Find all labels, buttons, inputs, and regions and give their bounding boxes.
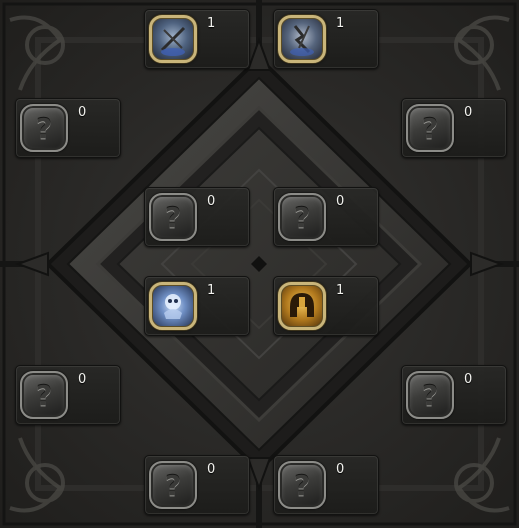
question-mark-icon: ? xyxy=(406,104,454,152)
crossed-swords-blue-icon xyxy=(149,15,197,63)
gem-slot-top-right[interactable]: 1 xyxy=(273,9,379,69)
question-mark-icon: ? xyxy=(278,461,326,509)
gem-count: 1 xyxy=(207,16,216,31)
gem-count: 0 xyxy=(336,462,345,477)
gem-count: 0 xyxy=(78,372,87,387)
gem-slot-inner-top-right[interactable]: ? 0 xyxy=(273,187,379,247)
question-mark-icon: ? xyxy=(20,371,68,419)
gem-count: 0 xyxy=(464,372,473,387)
stone-board-background xyxy=(0,0,519,528)
gem-count: 0 xyxy=(207,462,216,477)
gem-slot-bottom-left[interactable]: ? 0 xyxy=(144,455,250,515)
gem-slot-inner-top-left[interactable]: ? 0 xyxy=(144,187,250,247)
gem-slot-upper-right[interactable]: ? 0 xyxy=(401,98,507,158)
game-board: 1 1 ? 0 ? 0 ? 0 ? 0 1 1 ? 0 ? 0 ? 0 ? 0 xyxy=(0,0,519,528)
question-mark-icon: ? xyxy=(406,371,454,419)
lightning-sword-blue-icon xyxy=(278,15,326,63)
gem-count: 0 xyxy=(464,105,473,120)
ghost-skull-icon xyxy=(149,282,197,330)
gem-count: 0 xyxy=(336,194,345,209)
gem-slot-top-left[interactable]: 1 xyxy=(144,9,250,69)
gem-count: 1 xyxy=(336,16,345,31)
gem-count: 0 xyxy=(207,194,216,209)
gem-count: 0 xyxy=(78,105,87,120)
question-mark-icon: ? xyxy=(149,461,197,509)
gold-helmet-icon xyxy=(278,282,326,330)
gem-slot-bottom-right[interactable]: ? 0 xyxy=(273,455,379,515)
gem-slot-lower-right[interactable]: ? 0 xyxy=(401,365,507,425)
question-mark-icon: ? xyxy=(278,193,326,241)
question-mark-icon: ? xyxy=(149,193,197,241)
gem-count: 1 xyxy=(336,283,345,298)
gem-slot-inner-bottom-left[interactable]: 1 xyxy=(144,276,250,336)
gem-slot-inner-bottom-right[interactable]: 1 xyxy=(273,276,379,336)
gem-slot-lower-left[interactable]: ? 0 xyxy=(15,365,121,425)
gem-slot-upper-left[interactable]: ? 0 xyxy=(15,98,121,158)
gem-count: 1 xyxy=(207,283,216,298)
question-mark-icon: ? xyxy=(20,104,68,152)
